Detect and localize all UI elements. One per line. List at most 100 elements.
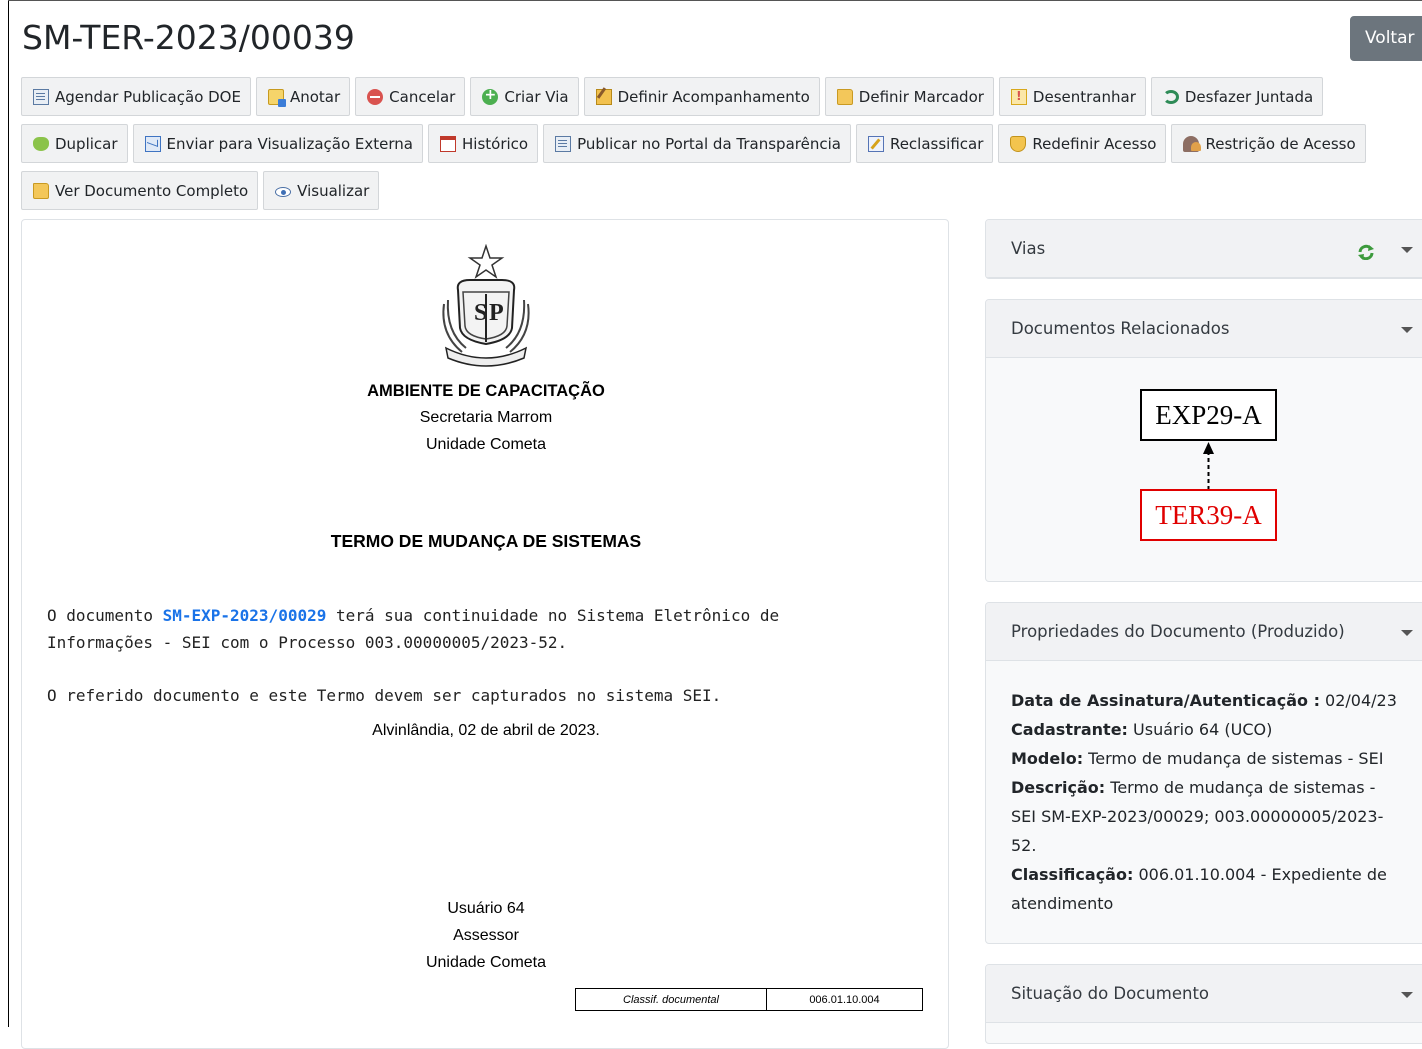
calendar-icon bbox=[440, 135, 456, 152]
property-model-value: Termo de mudança de sistemas - SEI bbox=[1083, 749, 1384, 768]
history-label: Histórico bbox=[462, 134, 529, 153]
refresh-icon[interactable] bbox=[1357, 244, 1375, 260]
reclassify-label: Reclassificar bbox=[889, 134, 984, 153]
pen-icon bbox=[595, 88, 612, 105]
access-restriction-button[interactable]: Restrição de Acesso bbox=[1171, 124, 1366, 163]
cancel-button[interactable]: Cancelar bbox=[355, 77, 466, 116]
document-icon bbox=[33, 88, 49, 105]
shield-icon bbox=[1010, 135, 1027, 152]
cancel-label: Cancelar bbox=[389, 87, 456, 106]
reclassify-button[interactable]: Reclassificar bbox=[855, 124, 994, 163]
people-icon bbox=[1183, 135, 1202, 152]
undo-join-button[interactable]: Desfazer Juntada bbox=[1150, 77, 1324, 116]
paragraph-1-prefix: O documento bbox=[47, 606, 163, 625]
document-icon bbox=[555, 135, 572, 152]
property-model: Modelo: Termo de mudança de sistemas - S… bbox=[1011, 744, 1404, 773]
signer-name: Usuário 64 bbox=[447, 900, 525, 917]
related-documents-card: Documentos Relacionados EXP29-A TER39-A bbox=[985, 299, 1422, 582]
view-label: Visualizar bbox=[297, 181, 370, 200]
define-follow-up-label: Definir Acompanhamento bbox=[617, 87, 810, 106]
chevron-down-icon[interactable] bbox=[1401, 327, 1413, 333]
define-follow-up-button[interactable]: Definir Acompanhamento bbox=[583, 77, 820, 116]
svg-text:P: P bbox=[489, 300, 504, 326]
classification-value: 006.01.10.004 bbox=[809, 993, 880, 1006]
chevron-down-icon[interactable] bbox=[1401, 630, 1413, 636]
send-external-view-button[interactable]: Enviar para Visualização Externa bbox=[132, 124, 423, 163]
document-date-line: Alvinlândia, 02 de abril de 2023. bbox=[372, 722, 600, 739]
vias-title: Vias bbox=[1011, 239, 1046, 258]
view-button[interactable]: Visualizar bbox=[263, 171, 380, 210]
chevron-down-icon[interactable] bbox=[1401, 247, 1413, 253]
page-left-border bbox=[8, 0, 9, 1027]
referenced-document-link[interactable]: SM-EXP-2023/00029 bbox=[163, 606, 327, 625]
duplicate-button[interactable]: Duplicar bbox=[21, 124, 128, 163]
publish-transparency-label: Publicar no Portal da Transparência bbox=[577, 134, 841, 153]
send-external-view-label: Enviar para Visualização Externa bbox=[166, 134, 413, 153]
vias-header[interactable]: Vias bbox=[986, 220, 1422, 278]
redefine-access-label: Redefinir Acesso bbox=[1032, 134, 1157, 153]
property-signature-date: Data de Assinatura/Autenticação : 02/04/… bbox=[1011, 686, 1404, 715]
sao-paulo-coat-of-arms-emblem: S P bbox=[442, 244, 530, 367]
duplicate-icon bbox=[33, 136, 49, 151]
undo-join-label: Desfazer Juntada bbox=[1184, 87, 1314, 106]
view-full-document-label: Ver Documento Completo bbox=[55, 181, 249, 200]
view-full-document-button[interactable]: Ver Documento Completo bbox=[21, 171, 259, 210]
annotate-button[interactable]: Anotar bbox=[255, 77, 351, 116]
property-registrant-value: Usuário 64 (UCO) bbox=[1127, 720, 1273, 739]
schedule-publication-label: Agendar Publicação DOE bbox=[55, 87, 241, 106]
publish-transparency-button[interactable]: Publicar no Portal da Transparência bbox=[543, 124, 851, 163]
toolbar-row-3: Ver Documento Completo Visualizar bbox=[21, 171, 1411, 210]
undo-icon bbox=[1162, 90, 1179, 104]
document-paragraph-1: O documento SM-EXP-2023/00029 terá sua c… bbox=[47, 602, 779, 656]
property-signature-date-value: 02/04/23 bbox=[1319, 691, 1397, 710]
document-organization: AMBIENTE DE CAPACITAÇÃO bbox=[367, 382, 605, 400]
document-paragraph-2: O referido documento e este Termo devem … bbox=[47, 686, 722, 705]
create-copy-button[interactable]: Criar Via bbox=[470, 77, 579, 116]
property-classification: Classificação: 006.01.10.004 - Expedient… bbox=[1011, 860, 1404, 918]
annotate-label: Anotar bbox=[289, 87, 341, 106]
related-documents-title: Documentos Relacionados bbox=[1011, 319, 1230, 338]
define-marker-label: Definir Marcador bbox=[858, 87, 984, 106]
edit-icon bbox=[867, 135, 884, 152]
signer-role: Assessor bbox=[453, 927, 519, 944]
duplicate-label: Duplicar bbox=[55, 134, 118, 153]
page-top-border bbox=[8, 0, 1422, 1]
document-properties-card: Propriedades do Documento (Produzido) Da… bbox=[985, 602, 1422, 944]
related-documents-header[interactable]: Documentos Relacionados bbox=[986, 300, 1422, 358]
define-marker-button[interactable]: Definir Marcador bbox=[824, 77, 994, 116]
cancel-icon bbox=[367, 88, 384, 105]
document-unit: Unidade Cometa bbox=[425, 436, 547, 453]
warning-icon bbox=[1010, 88, 1027, 105]
document-title: TERMO DE MUDANÇA DE SISTEMAS bbox=[330, 531, 642, 551]
detach-label: Desentranhar bbox=[1032, 87, 1136, 106]
document-status-header[interactable]: Situação do Documento bbox=[986, 965, 1422, 1023]
related-documents-graph: EXP29-A TER39-A bbox=[986, 358, 1422, 580]
related-node-current-label: TER39-A bbox=[1155, 500, 1262, 530]
history-button[interactable]: Histórico bbox=[428, 124, 539, 163]
redefine-access-button[interactable]: Redefinir Acesso bbox=[998, 124, 1167, 163]
paragraph-1-suffix: terá sua continuidade no Sistema Eletrôn… bbox=[326, 606, 780, 625]
schedule-publication-button[interactable]: Agendar Publicação DOE bbox=[21, 77, 251, 116]
classification-box: Classif. documental 006.01.10.004 bbox=[575, 988, 923, 1011]
document-status-title: Situação do Documento bbox=[1011, 984, 1210, 1003]
action-toolbar: Agendar Publicação DOE Anotar Cancelar C… bbox=[21, 77, 1411, 218]
property-description: Descrição: Termo de mudança de sistemas … bbox=[1011, 773, 1404, 860]
document-paragraph-1-line-1: O documento SM-EXP-2023/00029 terá sua c… bbox=[47, 602, 779, 629]
eye-icon bbox=[275, 187, 292, 197]
toolbar-row-1: Agendar Publicação DOE Anotar Cancelar C… bbox=[21, 77, 1411, 116]
toolbar-row-2: Duplicar Enviar para Visualização Extern… bbox=[21, 124, 1411, 163]
document-status-card: Situação do Documento bbox=[985, 964, 1422, 1044]
detach-button[interactable]: Desentranhar bbox=[998, 77, 1146, 116]
vias-card: Vias bbox=[985, 219, 1422, 279]
mail-icon bbox=[144, 135, 161, 152]
document-properties-header[interactable]: Propriedades do Documento (Produzido) bbox=[986, 603, 1422, 661]
chevron-down-icon[interactable] bbox=[1401, 992, 1413, 998]
document-properties-title: Propriedades do Documento (Produzido) bbox=[1011, 622, 1345, 641]
property-registrant: Cadastrante: Usuário 64 (UCO) bbox=[1011, 715, 1404, 744]
note-icon bbox=[267, 88, 286, 107]
back-button[interactable]: Voltar bbox=[1350, 16, 1422, 61]
document-paragraph-1-line-2: Informações - SEI com o Processo 003.000… bbox=[47, 633, 568, 652]
page-title: SM-TER-2023/00039 bbox=[22, 18, 355, 57]
arrow-up-icon bbox=[1203, 442, 1214, 454]
document-secretaria: Secretaria Marrom bbox=[419, 409, 553, 426]
